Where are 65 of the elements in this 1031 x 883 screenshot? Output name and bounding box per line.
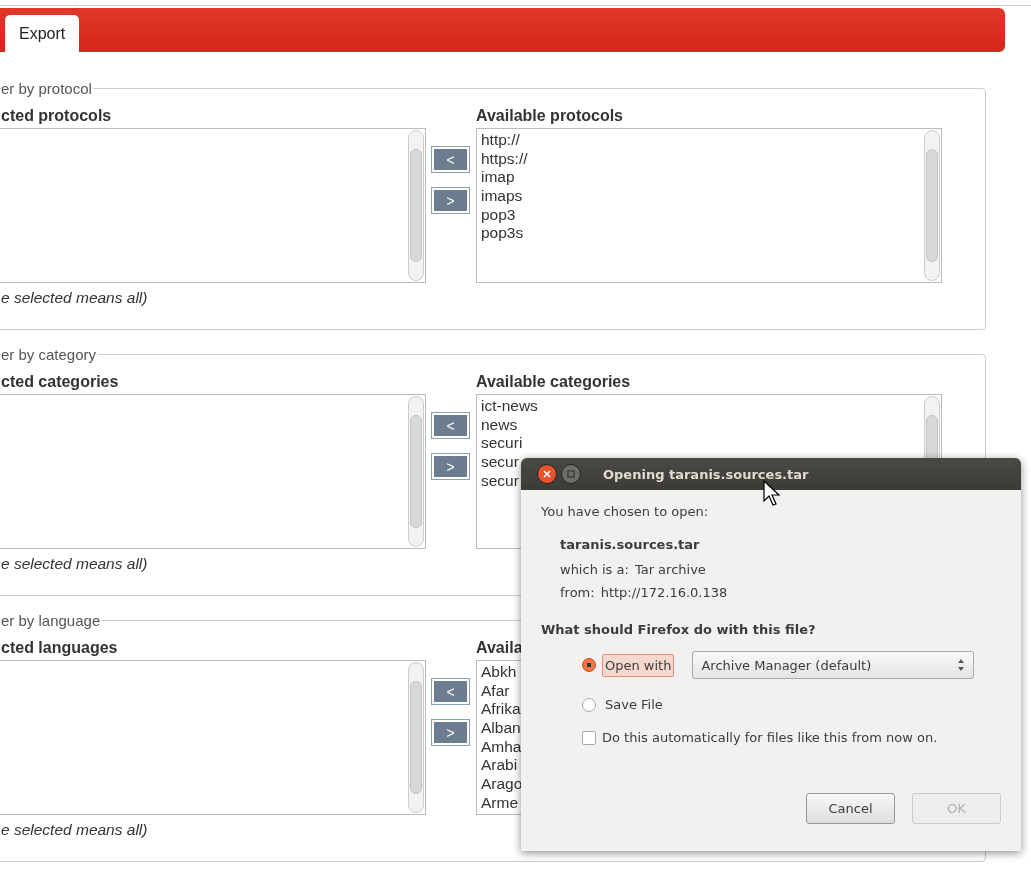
list-item[interactable]: pop3s (481, 224, 524, 244)
list-item[interactable]: ict-news (481, 397, 538, 416)
move-button[interactable]: < (432, 413, 469, 438)
mouse-pointer-icon (763, 480, 781, 507)
hint-text: e selected means all) (1, 821, 149, 839)
list-item[interactable]: https:// (481, 149, 528, 169)
available-list[interactable]: http:// https:// imap imaps pop3 pop3s (476, 128, 942, 283)
list-item[interactable]: imaps (481, 187, 523, 206)
list-item[interactable]: Amha (481, 737, 522, 757)
close-icon[interactable] (537, 464, 557, 484)
hint-text: e selected means all) (1, 289, 149, 307)
file-name: taranis.sources.tar (560, 537, 701, 552)
list-item[interactable]: news (481, 415, 518, 435)
group-legend: er by category (1, 346, 99, 363)
move-button[interactable]: < (432, 679, 469, 704)
move-button[interactable]: > (432, 720, 469, 745)
scrollbar[interactable] (408, 662, 424, 813)
list-item[interactable]: Arago (481, 775, 523, 794)
field-value: http://172.16.0.138 (600, 585, 728, 600)
move-button[interactable]: > (432, 454, 469, 479)
scrollbar[interactable] (924, 130, 940, 281)
tab[interactable]: Export (5, 15, 80, 52)
list-heading: Available categories (476, 373, 632, 392)
group-legend: er by language (1, 612, 103, 629)
selected-list[interactable] (0, 660, 426, 815)
field-label: from: (560, 585, 595, 600)
option-label[interactable]: Save File (602, 693, 666, 716)
list-heading: cted categories (1, 373, 120, 392)
list-item[interactable]: secur (481, 453, 519, 472)
hint-text: e selected means all) (1, 555, 149, 573)
application-select[interactable]: Archive Manager (default) (692, 651, 975, 679)
option-label[interactable]: Open with (602, 653, 675, 677)
list-item[interactable]: Alban (481, 719, 521, 738)
list-heading: Available protocols (476, 107, 624, 126)
move-button[interactable]: < (432, 147, 469, 172)
window-title: Opening taranis.sources.tar (603, 466, 809, 482)
scrollbar[interactable] (408, 396, 424, 547)
spinner-arrows-icon (957, 658, 966, 672)
group-legend: er by protocol (1, 80, 94, 97)
list-item[interactable]: pop3 (481, 205, 516, 225)
intro-text: You have chosen to open: (541, 504, 710, 519)
field-label: which is a: (560, 562, 629, 577)
checkbox-label[interactable]: Do this automatically for files like this from now on. (602, 730, 938, 745)
list-heading: cted languages (1, 639, 119, 658)
dialog-button[interactable]: Cancel (806, 793, 895, 824)
scrollbar[interactable] (408, 130, 424, 281)
list-heading: cted protocols (1, 107, 113, 126)
list-heading: Availa (476, 639, 524, 658)
list-item[interactable]: securi (481, 434, 523, 454)
selected-list[interactable] (0, 394, 426, 549)
radio-button[interactable] (582, 697, 596, 712)
list-item[interactable]: secur (481, 471, 519, 491)
list-item[interactable]: Arme (481, 793, 519, 813)
field-value: Tar archive (634, 562, 706, 577)
list-item[interactable]: Afar (481, 681, 510, 701)
list-item[interactable]: Abkh (481, 663, 517, 682)
checkbox[interactable] (582, 730, 596, 745)
move-button[interactable]: > (432, 188, 469, 213)
list-item[interactable]: imap (481, 168, 515, 188)
list-item[interactable]: Afrika (481, 700, 521, 720)
selected-list[interactable] (0, 128, 426, 283)
question-text: What should Firefox do with this file? (541, 622, 817, 637)
list-item[interactable]: http:// (481, 131, 520, 150)
list-item[interactable]: Arabi (481, 756, 518, 776)
radio-button[interactable] (582, 658, 596, 672)
